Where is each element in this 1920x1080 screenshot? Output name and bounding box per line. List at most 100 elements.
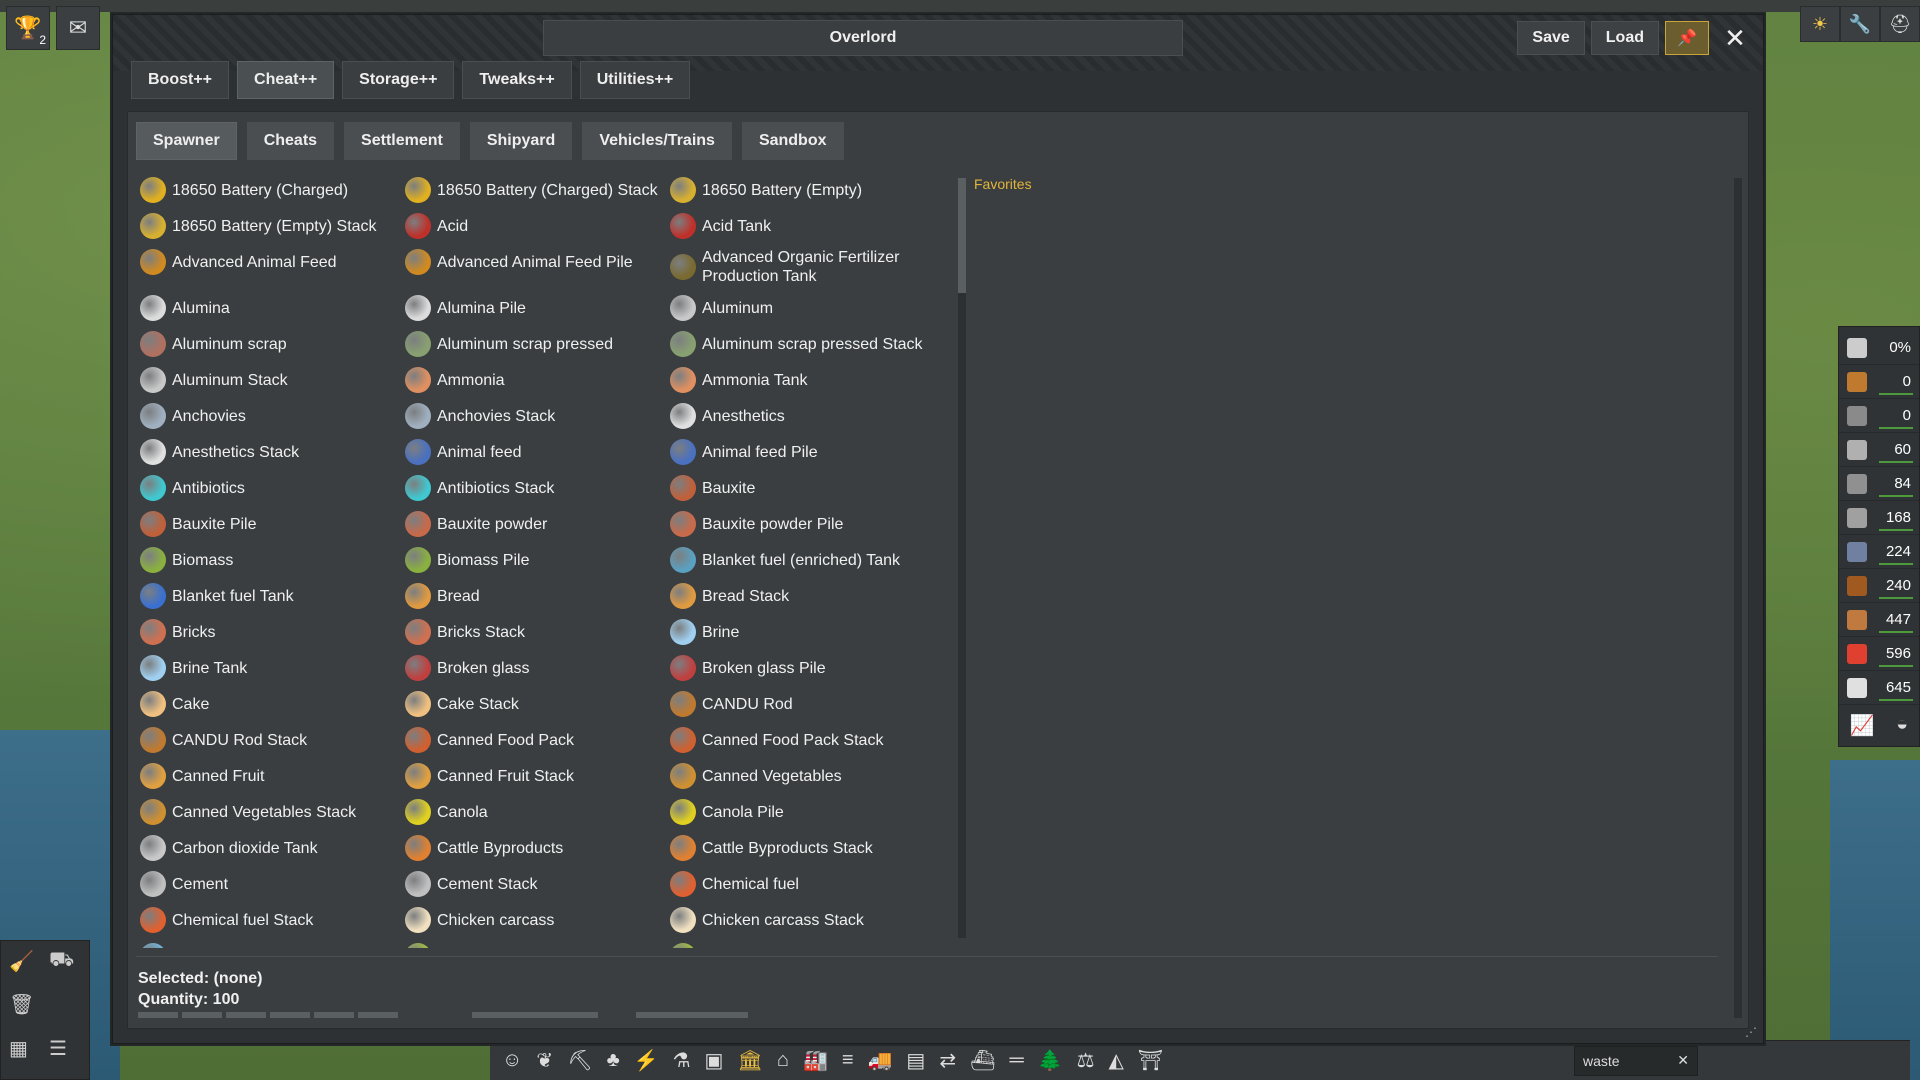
farm-icon[interactable]: ❦ [536, 1048, 553, 1073]
terrain-icon[interactable]: ◭ [1109, 1048, 1124, 1073]
spawn-item[interactable]: Canned Fruit [136, 758, 401, 794]
tab-cheats[interactable]: Cheats [246, 122, 335, 160]
bottom-search-field[interactable]: waste ✕ [1574, 1045, 1698, 1076]
spawn-item[interactable]: Acid Tank [666, 208, 931, 244]
spawn-item[interactable]: Aluminum scrap [136, 326, 401, 362]
spawn-item[interactable]: Ammonia [401, 362, 666, 398]
mining-icon[interactable]: ⛏ [567, 1048, 592, 1073]
spawn-item[interactable]: Bauxite Pile [136, 506, 401, 542]
ship-icon[interactable]: ⛴ [970, 1048, 995, 1073]
spawn-item[interactable]: Bricks Stack [401, 614, 666, 650]
spawn-item[interactable]: Brine [666, 614, 931, 650]
quantity-button[interactable] [138, 1012, 178, 1018]
spawn-item[interactable]: Anesthetics Stack [136, 434, 401, 470]
storage-icon[interactable]: ▣ [705, 1048, 724, 1073]
factory-icon[interactable]: 🏭 [803, 1048, 828, 1073]
spawn-item[interactable]: Blanket fuel (enriched) Tank [666, 542, 931, 578]
close-button[interactable]: ✕ [1715, 21, 1755, 55]
spawn-item[interactable]: Aluminum [666, 290, 931, 326]
pipe-icon[interactable]: ═ [1009, 1049, 1023, 1072]
spawn-item[interactable]: Chicken carcass Stack [666, 902, 931, 938]
resource-row[interactable]: 447 [1839, 603, 1919, 637]
spawn-item[interactable]: Canned Vegetables [666, 758, 931, 794]
tab-cheat[interactable]: Cheat++ [237, 61, 335, 99]
conveyor-icon[interactable]: ≡ [842, 1049, 854, 1072]
quantity-button[interactable] [358, 1012, 398, 1018]
spawn-item[interactable]: CANDU Rod [666, 686, 931, 722]
trash-icon[interactable]: 🗑 [9, 992, 41, 1027]
balance-icon[interactable]: ⚖ [1077, 1048, 1095, 1073]
clear-icon[interactable]: ✕ [1677, 1052, 1689, 1069]
spawn-item[interactable]: Bauxite powder Pile [666, 506, 931, 542]
spawn-item[interactable]: Bread Stack [666, 578, 931, 614]
spawn-item[interactable]: Antibiotics [136, 470, 401, 506]
chart-icon[interactable]: 📈 [1850, 713, 1875, 738]
spawn-item[interactable]: Broken glass [401, 650, 666, 686]
spawn-item[interactable]: Advanced Organic Fertilizer Production T… [666, 244, 931, 290]
spawn-item[interactable]: Canola Pile [666, 794, 931, 830]
mail-button[interactable]: ✉ [56, 6, 100, 50]
load-button[interactable]: Load [1590, 21, 1659, 55]
spawn-item[interactable]: Alumina Pile [401, 290, 666, 326]
spawn-item[interactable]: Aluminum scrap pressed Stack [666, 326, 931, 362]
spawn-item[interactable]: Chicken carcass [401, 902, 666, 938]
favorites-scrollbar[interactable] [1734, 178, 1742, 1018]
resource-row[interactable]: 168 [1839, 501, 1919, 535]
settings-button[interactable]: 🔧 [1840, 6, 1880, 42]
tab-vehiclestrains[interactable]: Vehicles/Trains [582, 122, 732, 160]
resource-row[interactable]: 0% [1839, 331, 1919, 365]
spawn-item[interactable]: 18650 Battery (Charged) Stack [401, 172, 666, 208]
spawn-item[interactable]: Cement [136, 866, 401, 902]
resource-row[interactable]: 596 [1839, 637, 1919, 671]
resource-row[interactable]: 60 [1839, 433, 1919, 467]
spawn-item[interactable]: Brine Tank [136, 650, 401, 686]
quantity-button[interactable] [270, 1012, 310, 1018]
spawn-item[interactable]: Chilled water Tank [136, 938, 401, 948]
spawn-item[interactable]: Advanced Animal Feed Pile [401, 244, 666, 280]
spawn-item[interactable]: Acid [401, 208, 666, 244]
spawn-item[interactable]: Canned Food Pack [401, 722, 666, 758]
transport-icon[interactable]: ⇄ [939, 1048, 956, 1073]
spawn-item[interactable]: Cake [136, 686, 401, 722]
spawn-item[interactable]: Aluminum Stack [136, 362, 401, 398]
spawn-item[interactable]: Carbon dioxide Tank [136, 830, 401, 866]
spawn-item[interactable]: Bauxite [666, 470, 931, 506]
resource-row[interactable]: 240 [1839, 569, 1919, 603]
spawn-item[interactable]: Cake Stack [401, 686, 666, 722]
tab-tweaks[interactable]: Tweaks++ [462, 61, 572, 99]
spawn-item[interactable]: Animal feed [401, 434, 666, 470]
spawn-item[interactable]: 18650 Battery (Empty) [666, 172, 931, 208]
spawn-item[interactable]: Cattle Byproducts [401, 830, 666, 866]
resource-row[interactable]: 84 [1839, 467, 1919, 501]
spawn-item[interactable]: Aluminum scrap pressed [401, 326, 666, 362]
grid-icon[interactable]: ▦ [9, 1036, 41, 1071]
spawn-item[interactable]: Alumina [136, 290, 401, 326]
spawn-item[interactable]: Canned Vegetables Stack [136, 794, 401, 830]
resize-grip-icon[interactable]: ⋰ [1745, 1025, 1759, 1039]
gate-icon[interactable]: ⛩ [1138, 1048, 1163, 1073]
plant-icon[interactable]: ♣ [607, 1049, 620, 1072]
spawn-item[interactable]: Canola [401, 794, 666, 830]
spawn-item[interactable]: Canned Food Pack Stack [666, 722, 931, 758]
building-icon[interactable]: 🏛 [737, 1048, 762, 1073]
food-bowl-icon[interactable]: ◒ [1896, 713, 1908, 738]
quantity-button[interactable] [314, 1012, 354, 1018]
spawn-item[interactable]: Chlorine [401, 938, 666, 948]
spawn-item[interactable]: Biomass [136, 542, 401, 578]
trophy-button[interactable]: 🏆 2 [6, 6, 50, 50]
tab-shipyard[interactable]: Shipyard [469, 122, 573, 160]
spawn-item[interactable]: Anchovies Stack [401, 398, 666, 434]
spawn-item[interactable]: Advanced Animal Feed [136, 244, 401, 280]
spawn-item[interactable]: Bread [401, 578, 666, 614]
tab-settlement[interactable]: Settlement [344, 122, 460, 160]
spawn-item[interactable]: Chlorine Tank [666, 938, 931, 948]
worker-icon[interactable]: ☺ [502, 1049, 522, 1072]
layers-icon[interactable]: ☰ [49, 1036, 81, 1071]
resource-row[interactable]: 645 [1839, 671, 1919, 705]
pin-button[interactable]: 📌 [1665, 21, 1709, 55]
spawn-item[interactable]: 18650 Battery (Empty) Stack [136, 208, 401, 244]
broom-icon[interactable]: 🧹 [9, 949, 41, 984]
spawn-item[interactable]: Chemical fuel [666, 866, 931, 902]
tab-boost[interactable]: Boost++ [131, 61, 230, 99]
spawn-item[interactable]: Bauxite powder [401, 506, 666, 542]
